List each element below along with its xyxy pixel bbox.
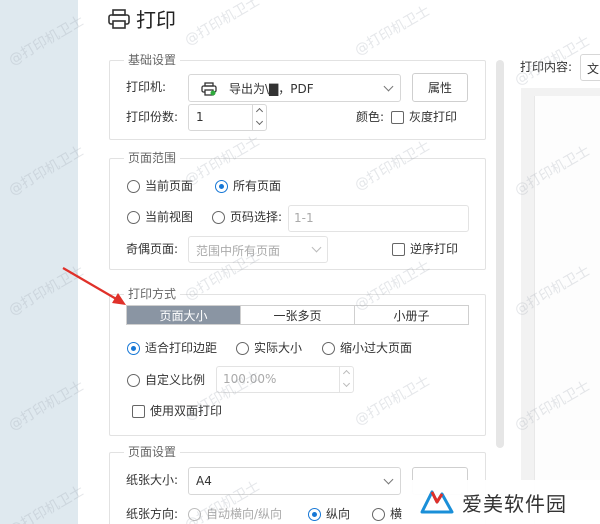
print-preview-page	[534, 96, 600, 524]
chevron-up-icon[interactable]	[255, 107, 264, 116]
radio-dot	[236, 341, 249, 355]
actual-size-label: 实际大小	[254, 341, 303, 355]
brand-logo: 爱美软件园	[402, 480, 600, 524]
properties-button[interactable]: 属性	[412, 73, 468, 102]
page-select-label: 页码选择:	[230, 210, 283, 224]
radio-dot	[127, 179, 140, 193]
grayscale-checkbox-box	[391, 110, 404, 124]
current-view-radio[interactable]: 当前视图	[127, 209, 193, 225]
portrait-radio[interactable]: 纵向	[308, 506, 350, 522]
page-select-radio[interactable]: 页码选择:	[212, 209, 282, 225]
odd-even-value: 范围中所有页面	[196, 244, 281, 258]
radio-dot	[322, 341, 335, 355]
tab-multiple-per-sheet[interactable]: 一张多页	[240, 306, 354, 324]
landscape-label: 横	[390, 507, 403, 521]
custom-scale-value: 100.00%	[223, 372, 277, 386]
print-content-select[interactable]: 文	[580, 54, 600, 81]
paper-size-value: A4	[196, 474, 212, 488]
custom-scale-radio[interactable]: 自定义比例	[127, 372, 205, 388]
printer-select[interactable]: 导出为\▇，PDF	[188, 74, 401, 102]
current-view-label: 当前视图	[145, 210, 194, 224]
shrink-oversize-label: 缩小过大页面	[340, 341, 413, 355]
landscape-radio[interactable]: 横	[372, 506, 402, 522]
chevron-down-small-icon[interactable]	[342, 379, 351, 388]
chevron-down-icon	[383, 474, 394, 485]
chevron-down-icon	[383, 81, 394, 92]
shrink-oversize-radio[interactable]: 缩小过大页面	[322, 340, 412, 356]
orientation-label: 纸张方向:	[126, 507, 179, 521]
print-content-value: 文	[587, 62, 600, 76]
radio-dot-selected	[215, 179, 228, 193]
portrait-label: 纵向	[326, 507, 351, 521]
dialog-title: 打印	[108, 4, 176, 33]
copies-stepper[interactable]: 1	[188, 104, 267, 131]
print-dialog: 打印 基础设置 打印机: 导出为\▇，PDF 属性 打印份数: 1 颜色: 灰度…	[78, 0, 600, 524]
fit-margins-radio[interactable]: 适合打印边距	[127, 340, 217, 356]
radio-dot	[127, 373, 140, 387]
background-left-panel	[0, 0, 78, 524]
brand-logo-icon	[420, 486, 454, 519]
auto-orientation-label: 自动横向/纵向	[206, 507, 283, 521]
custom-scale-stepper[interactable]: 100.00%	[216, 366, 354, 393]
radio-dot	[372, 507, 385, 521]
odd-even-select[interactable]: 范围中所有页面	[188, 236, 328, 263]
chevron-up-icon[interactable]	[342, 369, 351, 378]
printer-select-value: 导出为\▇，PDF	[229, 82, 314, 96]
dialog-title-text: 打印	[136, 8, 176, 32]
grayscale-checkbox[interactable]: 灰度打印	[391, 109, 457, 125]
actual-size-radio[interactable]: 实际大小	[236, 340, 302, 356]
basic-settings-legend: 基础设置	[124, 53, 181, 67]
page-select-input[interactable]: 1-1	[288, 205, 469, 232]
radio-dot	[188, 507, 201, 521]
duplex-label: 使用双面打印	[150, 404, 223, 418]
printer-label: 打印机:	[126, 80, 167, 94]
tab-page-size[interactable]: 页面大小	[127, 306, 240, 324]
printer-icon	[108, 8, 130, 29]
radio-dot-selected	[127, 341, 140, 355]
reverse-print-checkbox[interactable]: 逆序打印	[392, 241, 458, 257]
auto-orientation-radio[interactable]: 自动横向/纵向	[188, 506, 282, 522]
page-range-legend: 页面范围	[124, 151, 181, 165]
reverse-print-checkbox-box	[392, 242, 405, 256]
radio-dot	[127, 210, 140, 224]
copies-value: 1	[196, 110, 204, 124]
print-mode-legend: 打印方式	[124, 287, 181, 301]
paper-size-select[interactable]: A4	[188, 467, 401, 495]
all-pages-radio[interactable]: 所有页面	[215, 178, 281, 194]
tab-booklet[interactable]: 小册子	[354, 306, 468, 324]
radio-dot	[212, 210, 225, 224]
current-page-label: 当前页面	[145, 179, 194, 193]
custom-scale-label: 自定义比例	[145, 373, 206, 387]
printer-small-icon	[201, 82, 217, 99]
fit-margins-label: 适合打印边距	[145, 341, 218, 355]
page-select-placeholder: 1-1	[294, 211, 314, 225]
paper-size-label: 纸张大小:	[126, 473, 179, 487]
reverse-print-label: 逆序打印	[410, 242, 459, 256]
print-content-label: 打印内容:	[520, 60, 573, 74]
copies-label: 打印份数:	[126, 110, 179, 124]
copies-stepper-buttons	[252, 105, 266, 130]
custom-scale-stepper-buttons	[339, 367, 353, 392]
chevron-down-small-icon[interactable]	[255, 117, 264, 126]
all-pages-label: 所有页面	[233, 179, 282, 193]
color-label: 颜色:	[356, 110, 385, 124]
duplex-checkbox[interactable]: 使用双面打印	[132, 403, 222, 419]
brand-name: 爱美软件园	[462, 491, 567, 516]
duplex-checkbox-box	[132, 404, 145, 418]
print-mode-tabs: 页面大小 一张多页 小册子	[126, 305, 469, 325]
page-setup-legend: 页面设置	[124, 445, 181, 459]
current-page-radio[interactable]: 当前页面	[127, 178, 193, 194]
settings-scrollbar[interactable]	[496, 60, 504, 448]
grayscale-label: 灰度打印	[409, 110, 458, 124]
odd-even-label: 奇偶页面:	[126, 242, 179, 256]
chevron-down-icon	[311, 242, 322, 253]
radio-dot-selected	[308, 507, 321, 521]
